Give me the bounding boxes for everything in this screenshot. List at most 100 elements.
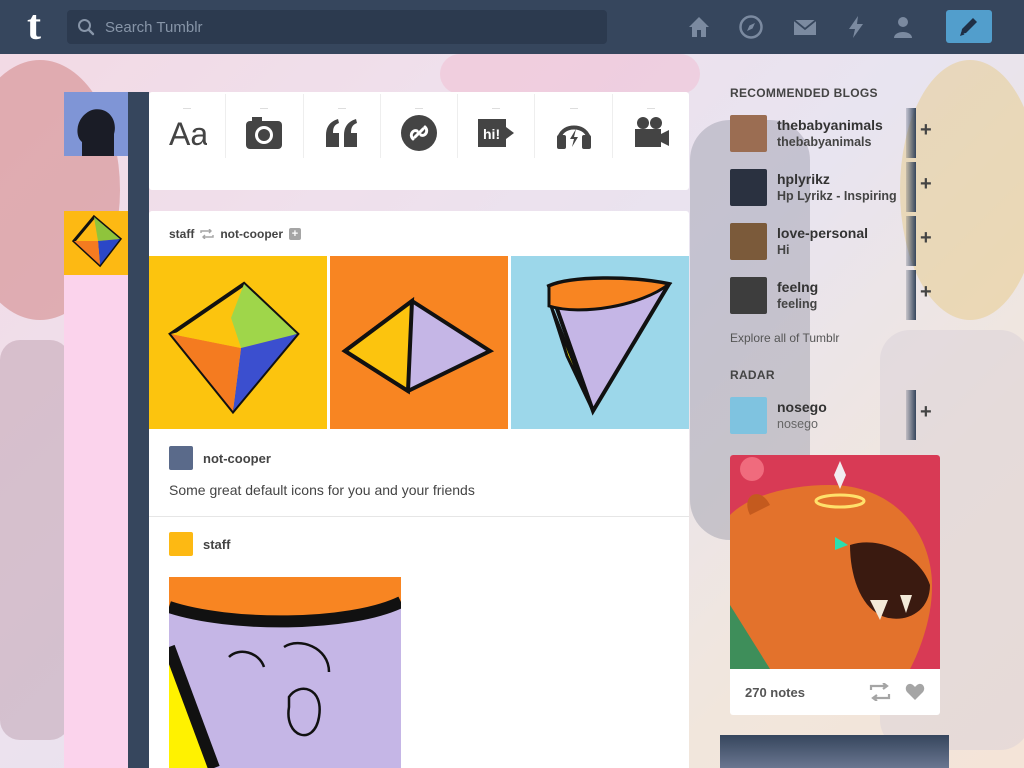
follow-button[interactable]: + xyxy=(920,282,932,302)
blog-title: feeling xyxy=(777,297,818,311)
post-blog-name[interactable]: staff xyxy=(169,227,194,241)
blog-name[interactable]: hplyrikz xyxy=(777,170,907,188)
recommended-blog[interactable]: love-personal Hi + xyxy=(730,214,940,268)
audio-icon xyxy=(556,125,591,149)
chat-icon: hi! xyxy=(478,119,515,147)
reblog-attribution: not-cooper xyxy=(169,446,271,470)
lightning-icon[interactable] xyxy=(843,14,869,40)
silhouette-icon xyxy=(64,92,128,156)
blog-title: Hp Lyrikz - Inspiring xyxy=(777,189,897,203)
post-audio-button[interactable] xyxy=(535,94,613,158)
svg-text:Aa: Aa xyxy=(169,116,207,152)
recommended-blog[interactable]: thebabyanimals thebabyanimals + xyxy=(730,106,940,160)
kite-icon xyxy=(64,211,128,275)
quote-icon xyxy=(325,119,357,147)
post-avatar-column xyxy=(64,275,128,768)
notes-count[interactable]: 270 notes xyxy=(745,685,869,700)
follow-button[interactable]: + xyxy=(920,174,932,194)
fade-overlay xyxy=(906,108,916,158)
blog-avatar[interactable] xyxy=(730,396,767,434)
user-avatar[interactable] xyxy=(64,92,128,156)
radar-title: RADAR xyxy=(730,368,775,382)
post-video-button[interactable] xyxy=(613,94,689,158)
link-icon xyxy=(400,115,437,151)
recommended-blog[interactable]: hplyrikz Hp Lyrikz - Inspiring + xyxy=(730,160,940,214)
blog-title: thebabyanimals xyxy=(777,135,872,149)
fade-overlay xyxy=(906,390,916,440)
photoset xyxy=(149,256,689,429)
recommended-blog[interactable]: feelng feeling + xyxy=(730,268,940,322)
blog-name[interactable]: feelng xyxy=(777,278,907,296)
blog-avatar[interactable] xyxy=(730,222,767,260)
home-icon[interactable] xyxy=(686,14,712,40)
search-icon xyxy=(78,19,95,36)
blog-name[interactable]: nosego xyxy=(777,398,907,416)
top-navigation: t xyxy=(0,0,1024,54)
dashboard-post: staff not-cooper + not-cooper Some great… xyxy=(149,211,689,768)
reblog-icon[interactable] xyxy=(869,683,891,701)
reblogged-from-name[interactable]: not-cooper xyxy=(220,227,283,241)
kite-image xyxy=(330,256,508,429)
post-quote-button[interactable] xyxy=(304,94,381,158)
blog-name[interactable]: love-personal xyxy=(777,224,907,242)
background-wallpaper xyxy=(440,54,700,94)
not-cooper-avatar[interactable] xyxy=(169,446,193,470)
blog-avatar[interactable] xyxy=(730,276,767,314)
blog-avatar[interactable] xyxy=(730,114,767,152)
photo[interactable] xyxy=(511,256,689,429)
bear-illustration xyxy=(730,455,940,669)
kite-image xyxy=(511,256,689,429)
explore-link[interactable]: Explore all of Tumblr xyxy=(730,328,940,358)
compass-icon[interactable] xyxy=(738,14,764,40)
reblog-blog-name[interactable]: not-cooper xyxy=(203,451,271,466)
follow-button[interactable]: + xyxy=(920,228,932,248)
mail-icon[interactable] xyxy=(792,14,818,40)
radar-footer: 270 notes xyxy=(730,669,940,715)
staff-avatar[interactable] xyxy=(64,211,128,275)
follow-button[interactable]: + xyxy=(289,228,302,240)
staff-mini-avatar[interactable] xyxy=(169,532,193,556)
source-attribution: staff xyxy=(169,532,230,556)
reblog-icon xyxy=(200,229,215,239)
post-caption: Some great default icons for you and you… xyxy=(169,482,475,498)
post-header: staff not-cooper + xyxy=(169,227,302,241)
account-icon[interactable] xyxy=(890,14,916,40)
follow-button[interactable]: + xyxy=(920,120,932,140)
photo[interactable] xyxy=(149,256,327,429)
radar-image[interactable] xyxy=(730,455,940,669)
photo-icon xyxy=(246,117,283,149)
video-icon xyxy=(634,117,669,147)
post-type-selector: Aa hi! xyxy=(149,92,689,190)
blog-avatar[interactable] xyxy=(730,168,767,206)
divider xyxy=(149,516,689,517)
fade-overlay xyxy=(906,270,916,320)
blog-title: Hi xyxy=(777,243,790,257)
photo[interactable] xyxy=(330,256,508,429)
search-input[interactable] xyxy=(105,10,595,44)
dashboard-spine xyxy=(128,92,149,768)
source-blog-name[interactable]: staff xyxy=(203,537,230,552)
post-link-button[interactable] xyxy=(381,94,459,158)
search-box[interactable] xyxy=(67,10,607,44)
pencil-icon xyxy=(960,18,977,36)
fade-overlay xyxy=(906,162,916,212)
post-text-button[interactable]: Aa xyxy=(149,94,227,158)
kite-closeup-image xyxy=(169,577,401,768)
radar-post: 270 notes xyxy=(730,455,940,715)
post-image[interactable] xyxy=(169,577,401,768)
text-icon: Aa xyxy=(169,116,207,152)
svg-text:hi!: hi! xyxy=(483,126,500,142)
right-sidebar: RECOMMENDED BLOGS thebabyanimals thebaby… xyxy=(730,86,940,715)
background-wallpaper xyxy=(0,340,70,740)
heart-icon[interactable] xyxy=(905,683,925,701)
follow-button[interactable]: + xyxy=(920,402,932,422)
tumblr-logo[interactable]: t xyxy=(14,5,54,47)
blog-title: nosego xyxy=(777,417,819,431)
post-photo-button[interactable] xyxy=(226,94,304,158)
fade-overlay xyxy=(906,216,916,266)
sidebar-bottom-strip xyxy=(720,735,949,768)
compose-button[interactable] xyxy=(946,10,992,43)
post-chat-button[interactable]: hi! xyxy=(458,94,536,158)
radar-blog[interactable]: nosego nosego + xyxy=(730,388,940,442)
blog-name[interactable]: thebabyanimals xyxy=(777,116,907,134)
